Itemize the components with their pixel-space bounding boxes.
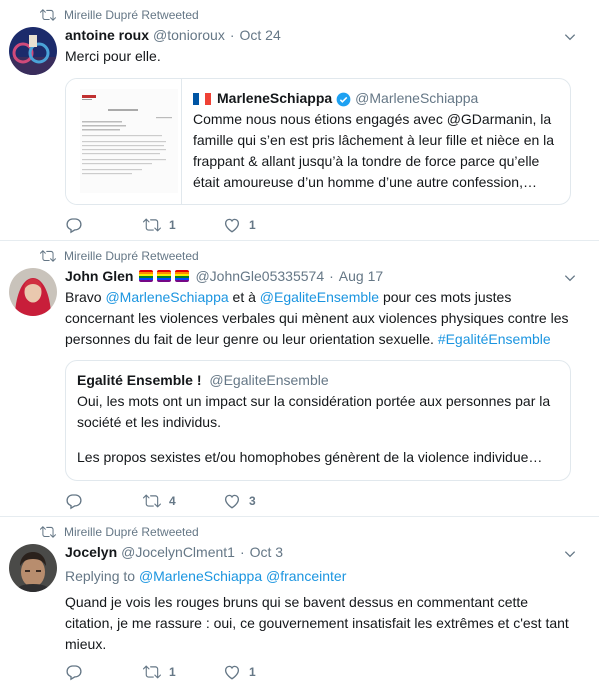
- quoted-header: Egalité Ensemble ! @EgaliteEnsemble: [77, 372, 329, 388]
- tweet-actions: 4 3: [65, 492, 303, 510]
- retweet-label: Mireille Dupré Retweeted: [64, 8, 199, 22]
- retweet-icon: [40, 526, 56, 538]
- avatar[interactable]: [9, 27, 57, 75]
- heart-icon: [224, 218, 240, 233]
- mention-link[interactable]: @MarleneSchiappa: [139, 568, 262, 584]
- quoted-tweet-image: [66, 79, 182, 204]
- tweet-date[interactable]: Aug 17: [339, 268, 383, 284]
- tweet-header: antoine roux @tonioroux · Oct 24: [65, 27, 281, 43]
- tweet-actions: 1 1: [65, 663, 303, 681]
- retweet-label: Mireille Dupré Retweeted: [64, 525, 199, 539]
- like-button[interactable]: 1: [223, 663, 303, 681]
- author-handle[interactable]: @JocelynClment1: [121, 544, 235, 560]
- separator-dot: ·: [239, 544, 245, 560]
- like-count: 1: [249, 665, 256, 679]
- reply-icon: [66, 665, 82, 681]
- chevron-down-icon[interactable]: [563, 271, 577, 285]
- quoted-tweet[interactable]: Egalité Ensemble ! @EgaliteEnsemble Oui,…: [65, 360, 571, 481]
- retweet-icon: [143, 218, 161, 232]
- tweet-header: John Glen @JohnGle05335574 · Aug 17: [65, 268, 383, 284]
- reply-button[interactable]: [65, 492, 143, 510]
- tweet-text: Merci pour elle.: [65, 48, 161, 64]
- hashtag-link[interactable]: #EgalitéEnsemble: [438, 331, 551, 347]
- france-flag-icon: [193, 93, 211, 106]
- quoted-header: MarleneSchiappa @MarleneSchiappa: [193, 90, 478, 107]
- quoted-author-name: Egalité Ensemble !: [77, 372, 202, 388]
- retweet-count: 1: [169, 665, 176, 679]
- tweet-2[interactable]: Mireille Dupré Retweeted John Glen @John…: [0, 241, 599, 516]
- avatar[interactable]: [9, 268, 57, 316]
- mention-link[interactable]: @franceinter: [266, 568, 346, 584]
- tweet-text: Quand je vois les rouges bruns qui se ba…: [65, 594, 569, 652]
- rainbow-flag-icon: [139, 270, 154, 282]
- retweet-button[interactable]: 4: [143, 492, 223, 510]
- reply-icon: [66, 218, 82, 234]
- rainbow-flag-icons: [135, 270, 190, 282]
- separator-dot: ·: [329, 268, 334, 284]
- author-name[interactable]: John Glen: [65, 268, 133, 284]
- retweet-icon: [143, 494, 161, 508]
- replying-to: Replying to @MarleneSchiappa @franceinte…: [65, 566, 346, 587]
- author-handle[interactable]: @JohnGle05335574: [195, 268, 324, 284]
- author-handle[interactable]: @tonioroux: [153, 27, 225, 43]
- tweet-text: Bravo @MarleneSchiappa et à @EgaliteEnse…: [65, 287, 580, 350]
- text-segment: et à: [228, 289, 260, 305]
- retweet-button[interactable]: 1: [143, 663, 223, 681]
- quoted-author-handle: @MarleneSchiappa: [355, 90, 479, 106]
- quoted-tweet[interactable]: MarleneSchiappa @MarleneSchiappa Comme no…: [65, 78, 571, 205]
- reply-icon: [66, 494, 82, 510]
- retweet-icon: [143, 665, 161, 679]
- quoted-text: Comme nous nous étions engagés avec @GDa…: [193, 111, 555, 190]
- retweet-icon: [40, 250, 56, 262]
- quoted-author-name: MarleneSchiappa: [217, 90, 333, 106]
- tweet-actions: 1 1: [65, 216, 303, 234]
- avatar[interactable]: [9, 544, 57, 592]
- retweet-button[interactable]: 1: [143, 216, 223, 234]
- mention-link[interactable]: @EgaliteEnsemble: [260, 289, 379, 305]
- like-count: 3: [249, 494, 256, 508]
- reply-button[interactable]: [65, 663, 143, 681]
- retweet-label: Mireille Dupré Retweeted: [64, 249, 199, 263]
- retweet-context: Mireille Dupré Retweeted: [40, 524, 199, 540]
- mention-link[interactable]: @MarleneSchiappa: [105, 289, 228, 305]
- text-segment: Bravo: [65, 289, 106, 305]
- like-button[interactable]: 3: [223, 492, 303, 510]
- author-name[interactable]: antoine roux: [65, 27, 149, 43]
- tweet-1[interactable]: Mireille Dupré Retweeted antoine roux @t…: [0, 0, 599, 240]
- retweet-count: 1: [169, 218, 176, 232]
- rainbow-flag-icon: [157, 270, 172, 282]
- rainbow-flag-icon: [175, 270, 190, 282]
- like-button[interactable]: 1: [223, 216, 303, 234]
- quoted-text-line1: Oui, les mots ont un impact sur la consi…: [77, 393, 551, 430]
- heart-icon: [224, 494, 240, 509]
- retweet-context: Mireille Dupré Retweeted: [40, 7, 199, 23]
- quoted-author-handle: @EgaliteEnsemble: [209, 372, 329, 388]
- tweet-date[interactable]: Oct 3: [250, 544, 283, 560]
- retweet-count: 4: [169, 494, 176, 508]
- tweet-date[interactable]: Oct 24: [240, 27, 281, 43]
- replying-to-label: Replying to: [65, 568, 136, 584]
- separator-dot: ·: [229, 27, 235, 43]
- tweet-3[interactable]: Mireille Dupré Retweeted Jocelyn @Jocely…: [0, 517, 599, 695]
- chevron-down-icon[interactable]: [563, 30, 577, 44]
- author-name[interactable]: Jocelyn: [65, 544, 117, 560]
- quoted-text-line2: Les propos sexistes et/ou homophobes gén…: [77, 449, 543, 465]
- like-count: 1: [249, 218, 256, 232]
- heart-icon: [224, 665, 240, 680]
- retweet-icon: [40, 9, 56, 21]
- retweet-context: Mireille Dupré Retweeted: [40, 248, 199, 264]
- reply-button[interactable]: [65, 216, 143, 234]
- tweet-header: Jocelyn @JocelynClment1 · Oct 3: [65, 544, 283, 560]
- chevron-down-icon[interactable]: [563, 547, 577, 561]
- verified-badge-icon: [336, 92, 351, 107]
